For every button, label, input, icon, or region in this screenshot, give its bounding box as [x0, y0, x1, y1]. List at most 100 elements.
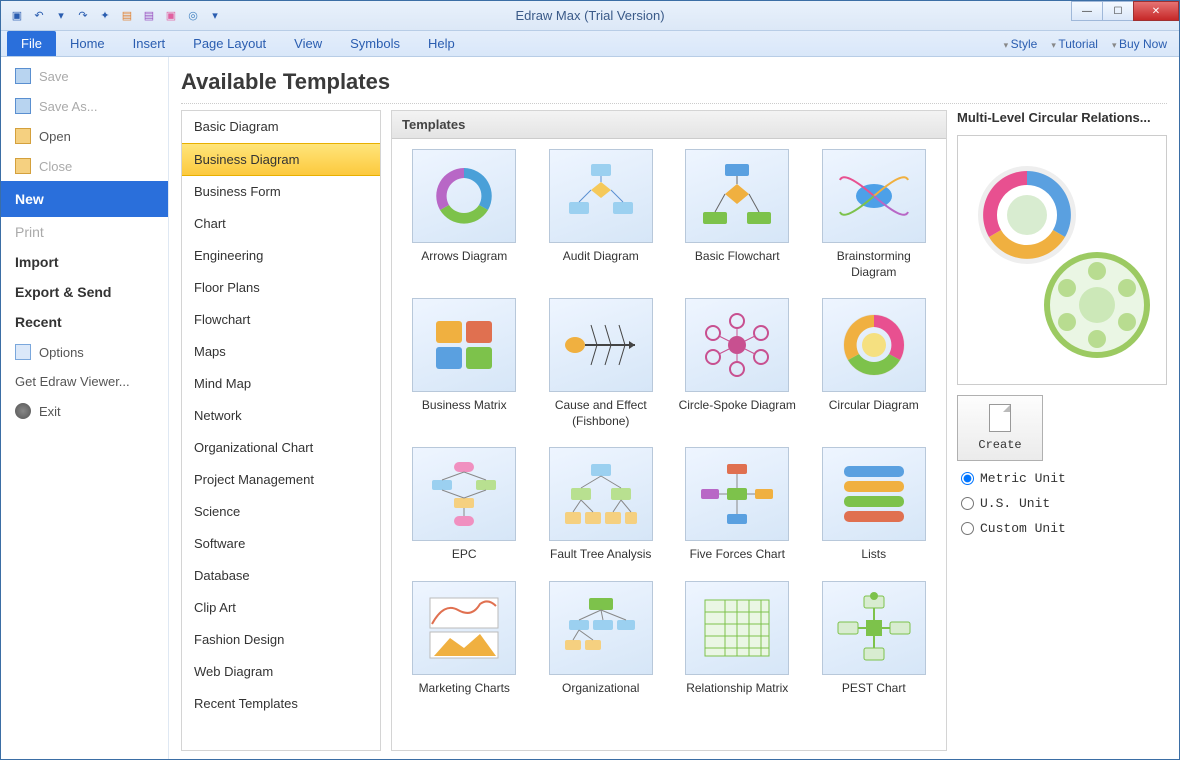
category-item[interactable]: Fashion Design — [182, 624, 380, 656]
template-item[interactable]: PEST Chart — [812, 581, 937, 697]
templates-panel: Templates Arrows Diagram — [391, 110, 947, 751]
template-item[interactable]: Cause and Effect (Fishbone) — [539, 298, 664, 429]
file-exit[interactable]: Exit — [1, 396, 168, 426]
category-item[interactable]: Mind Map — [182, 368, 380, 400]
template-thumb — [685, 149, 789, 243]
template-thumb — [822, 149, 926, 243]
templates-scroll[interactable]: Arrows Diagram Audit Diagram — [392, 139, 946, 750]
quick-access-toolbar: ▣ ↶ ▾ ↷ ✦ ▤ ▤ ▣ ◎ ▾ — [1, 8, 223, 24]
redo-icon[interactable]: ↷ — [75, 8, 91, 24]
template-item[interactable]: Arrows Diagram — [402, 149, 527, 280]
category-list[interactable]: Basic Diagram Business Diagram Business … — [181, 110, 381, 751]
file-open[interactable]: Open — [1, 121, 168, 151]
qat-icon-5[interactable]: ◎ — [185, 8, 201, 24]
unit-custom-radio[interactable] — [961, 522, 974, 535]
category-item[interactable]: Basic Diagram — [182, 111, 380, 143]
minimize-button[interactable]: — — [1071, 1, 1103, 21]
tab-insert[interactable]: Insert — [119, 31, 180, 56]
qat-dropdown-icon[interactable]: ▾ — [53, 8, 69, 24]
category-item[interactable]: Network — [182, 400, 380, 432]
create-label: Create — [978, 438, 1021, 452]
template-item[interactable]: Relationship Matrix — [675, 581, 800, 697]
qat-icon-1[interactable]: ✦ — [97, 8, 113, 24]
template-item[interactable]: Fault Tree Analysis — [539, 447, 664, 563]
template-label: Cause and Effect (Fishbone) — [541, 398, 661, 429]
unit-metric-radio[interactable] — [961, 472, 974, 485]
template-item[interactable]: Business Matrix — [402, 298, 527, 429]
create-button[interactable]: Create — [957, 395, 1043, 461]
template-label: PEST Chart — [842, 681, 906, 697]
file-recent[interactable]: Recent — [1, 307, 168, 337]
undo-icon[interactable]: ↶ — [31, 8, 47, 24]
category-item[interactable]: Clip Art — [182, 592, 380, 624]
template-label: EPC — [452, 547, 477, 563]
file-save-as[interactable]: Save As... — [1, 91, 168, 121]
maximize-button[interactable]: ☐ — [1102, 1, 1134, 21]
category-item[interactable]: Project Management — [182, 464, 380, 496]
category-item[interactable]: Database — [182, 560, 380, 592]
category-item[interactable]: Business Form — [182, 176, 380, 208]
unit-custom[interactable]: Custom Unit — [961, 521, 1167, 536]
template-item[interactable]: Organizational — [539, 581, 664, 697]
file-import[interactable]: Import — [1, 247, 168, 277]
template-thumb — [549, 581, 653, 675]
tab-file[interactable]: File — [7, 31, 56, 56]
qat-icon-2[interactable]: ▤ — [119, 8, 135, 24]
template-item[interactable]: Five Forces Chart — [675, 447, 800, 563]
unit-us[interactable]: U.S. Unit — [961, 496, 1167, 511]
file-get-viewer[interactable]: Get Edraw Viewer... — [1, 367, 168, 396]
unit-metric[interactable]: Metric Unit — [961, 471, 1167, 486]
template-label: Circular Diagram — [829, 398, 919, 414]
template-item[interactable]: Circular Diagram — [812, 298, 937, 429]
category-item[interactable]: Software — [182, 528, 380, 560]
tab-symbols[interactable]: Symbols — [336, 31, 414, 56]
unit-us-radio[interactable] — [961, 497, 974, 510]
file-close[interactable]: Close — [1, 151, 168, 181]
link-style[interactable]: Style — [1004, 37, 1038, 51]
tab-help[interactable]: Help — [414, 31, 469, 56]
tab-home[interactable]: Home — [56, 31, 119, 56]
qat-icon-4[interactable]: ▣ — [163, 8, 179, 24]
category-item[interactable]: Organizational Chart — [182, 432, 380, 464]
template-thumb — [822, 447, 926, 541]
template-thumb — [549, 447, 653, 541]
category-item[interactable]: Science — [182, 496, 380, 528]
template-item[interactable]: Circle-Spoke Diagram — [675, 298, 800, 429]
template-label: Business Matrix — [422, 398, 507, 414]
file-export[interactable]: Export & Send — [1, 277, 168, 307]
template-label: Five Forces Chart — [690, 547, 785, 563]
backstage-view: Save Save As... Open Close New Print Imp… — [1, 57, 1179, 759]
link-tutorial[interactable]: Tutorial — [1051, 37, 1098, 51]
ribbon-tabs: File Home Insert Page Layout View Symbol… — [1, 31, 1179, 57]
category-item[interactable]: Recent Templates — [182, 688, 380, 720]
tab-view[interactable]: View — [280, 31, 336, 56]
file-options[interactable]: Options — [1, 337, 168, 367]
category-item[interactable]: Engineering — [182, 240, 380, 272]
template-item[interactable]: EPC — [402, 447, 527, 563]
qat-customize-icon[interactable]: ▾ — [207, 8, 223, 24]
ribbon-right-links: Style Tutorial Buy Now — [1004, 37, 1167, 51]
category-item[interactable]: Maps — [182, 336, 380, 368]
link-buy-now[interactable]: Buy Now — [1112, 37, 1167, 51]
template-thumb — [549, 149, 653, 243]
category-item[interactable]: Chart — [182, 208, 380, 240]
template-item[interactable]: Basic Flowchart — [675, 149, 800, 280]
category-item-selected[interactable]: Business Diagram — [182, 143, 380, 176]
close-button[interactable]: ✕ — [1133, 1, 1179, 21]
category-item[interactable]: Flowchart — [182, 304, 380, 336]
qat-icon-3[interactable]: ▤ — [141, 8, 157, 24]
template-item[interactable]: Marketing Charts — [402, 581, 527, 697]
file-save[interactable]: Save — [1, 61, 168, 91]
template-label: Audit Diagram — [563, 249, 639, 265]
template-label: Relationship Matrix — [686, 681, 788, 697]
template-item[interactable]: Audit Diagram — [539, 149, 664, 280]
file-print[interactable]: Print — [1, 217, 168, 247]
template-item[interactable]: Brainstorming Diagram — [812, 149, 937, 280]
tab-page-layout[interactable]: Page Layout — [179, 31, 280, 56]
file-new[interactable]: New — [1, 181, 168, 217]
category-item[interactable]: Web Diagram — [182, 656, 380, 688]
window-controls: — ☐ ✕ — [1072, 1, 1179, 21]
template-label: Lists — [861, 547, 886, 563]
category-item[interactable]: Floor Plans — [182, 272, 380, 304]
template-item[interactable]: Lists — [812, 447, 937, 563]
